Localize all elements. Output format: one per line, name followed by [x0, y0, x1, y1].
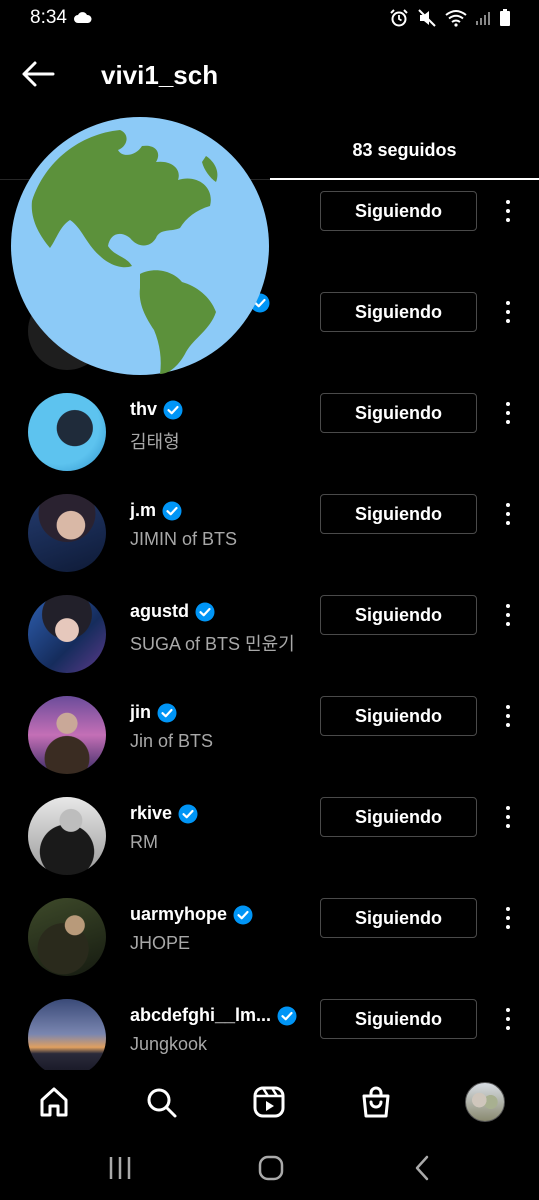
full-name: JHOPE [130, 933, 191, 953]
full-name: 김태형 [130, 432, 180, 452]
username[interactable]: agustd [130, 601, 189, 622]
recent-apps-icon[interactable] [100, 1152, 140, 1184]
list-item[interactable]: thv 김태형 Siguiendo [0, 382, 539, 483]
user-info: thv 김태형 [130, 399, 183, 454]
avatar[interactable] [28, 595, 106, 673]
back-button[interactable] [20, 58, 60, 94]
user-info: agustd SUGA of BTS 민윤기 [130, 601, 295, 656]
username[interactable]: thv [130, 399, 157, 420]
verified-badge-icon [178, 804, 198, 823]
list-item[interactable]: j.m JIMIN of BTS Siguiendo [0, 483, 539, 584]
cloud-icon [74, 11, 92, 29]
back-chevron-icon[interactable] [403, 1152, 443, 1184]
more-options-icon[interactable] [496, 1002, 520, 1036]
full-name: SUGA of BTS 민윤기 [130, 634, 295, 654]
following-button[interactable]: Siguiendo [320, 898, 477, 938]
more-options-icon[interactable] [496, 497, 520, 531]
user-info: uarmyhope JHOPE [130, 904, 253, 954]
username[interactable]: uarmyhope [130, 904, 227, 925]
following-button[interactable]: Siguiendo [320, 292, 477, 332]
avatar[interactable] [28, 898, 106, 976]
user-info: rkive RM [130, 803, 198, 853]
following-button[interactable]: Siguiendo [320, 191, 477, 231]
username[interactable]: rkive [130, 803, 172, 824]
more-options-icon[interactable] [496, 901, 520, 935]
verified-badge-icon [162, 501, 182, 520]
list-item[interactable]: jin Jin of BTS Siguiendo [0, 685, 539, 786]
wifi-icon [445, 9, 467, 32]
verified-badge-icon [163, 400, 183, 419]
verified-badge-icon [277, 1006, 297, 1025]
home-circle-icon[interactable] [251, 1152, 291, 1184]
user-info: jin Jin of BTS [130, 702, 213, 752]
avatar[interactable] [28, 797, 106, 875]
shop-icon[interactable] [356, 1082, 396, 1122]
username[interactable]: jin [130, 702, 151, 723]
signal-icon [475, 10, 491, 31]
globe-americas-icon [10, 116, 270, 376]
top-bar: vivi1_sch [0, 48, 539, 104]
avatar[interactable] [28, 696, 106, 774]
avatar[interactable] [28, 999, 106, 1077]
bottom-nav [0, 1070, 539, 1136]
following-button[interactable]: Siguiendo [320, 393, 477, 433]
search-icon[interactable] [141, 1082, 181, 1122]
profile-username: vivi1_sch [101, 60, 219, 90]
following-button[interactable]: Siguiendo [320, 696, 477, 736]
status-icons [389, 8, 511, 33]
full-name: Jin of BTS [130, 731, 214, 751]
verified-badge-icon [233, 905, 253, 924]
more-options-icon[interactable] [496, 800, 520, 834]
more-options-icon[interactable] [496, 699, 520, 733]
full-name: Jungkook [130, 1034, 208, 1054]
following-button[interactable]: Siguiendo [320, 999, 477, 1039]
list-item[interactable]: uarmyhope JHOPE Siguiendo [0, 887, 539, 988]
more-options-icon[interactable] [496, 598, 520, 632]
verified-badge-icon [195, 602, 215, 621]
list-item[interactable]: rkive RM Siguiendo [0, 786, 539, 887]
following-button[interactable]: Siguiendo [320, 797, 477, 837]
avatar[interactable] [28, 393, 106, 471]
more-options-icon[interactable] [496, 194, 520, 228]
following-button[interactable]: Siguiendo [320, 494, 477, 534]
more-options-icon[interactable] [496, 396, 520, 430]
list-item[interactable]: agustd SUGA of BTS 민윤기 Siguiendo [0, 584, 539, 685]
alarm-icon [389, 8, 409, 33]
profile-avatar[interactable] [465, 1082, 505, 1122]
verified-badge-icon [157, 703, 177, 722]
status-bar: 8:34 [0, 0, 539, 36]
mute-icon [417, 8, 437, 33]
following-button[interactable]: Siguiendo [320, 595, 477, 635]
more-options-icon[interactable] [496, 295, 520, 329]
home-icon[interactable] [34, 1082, 74, 1122]
full-name: RM [130, 832, 158, 852]
arrow-left-icon [20, 60, 56, 93]
reels-icon[interactable] [249, 1082, 289, 1122]
full-name: JIMIN of BTS [130, 529, 238, 549]
user-info: j.m JIMIN of BTS [130, 500, 237, 550]
username[interactable]: abcdefghi__lm... [130, 1005, 271, 1026]
tab-following[interactable]: 83 seguidos [270, 120, 539, 180]
battery-icon [499, 9, 511, 32]
avatar[interactable] [28, 494, 106, 572]
user-info: abcdefghi__lm... Jungkook [130, 1005, 297, 1055]
status-time: 8:34 [30, 7, 67, 28]
system-nav [0, 1136, 539, 1200]
username[interactable]: j.m [130, 500, 156, 521]
